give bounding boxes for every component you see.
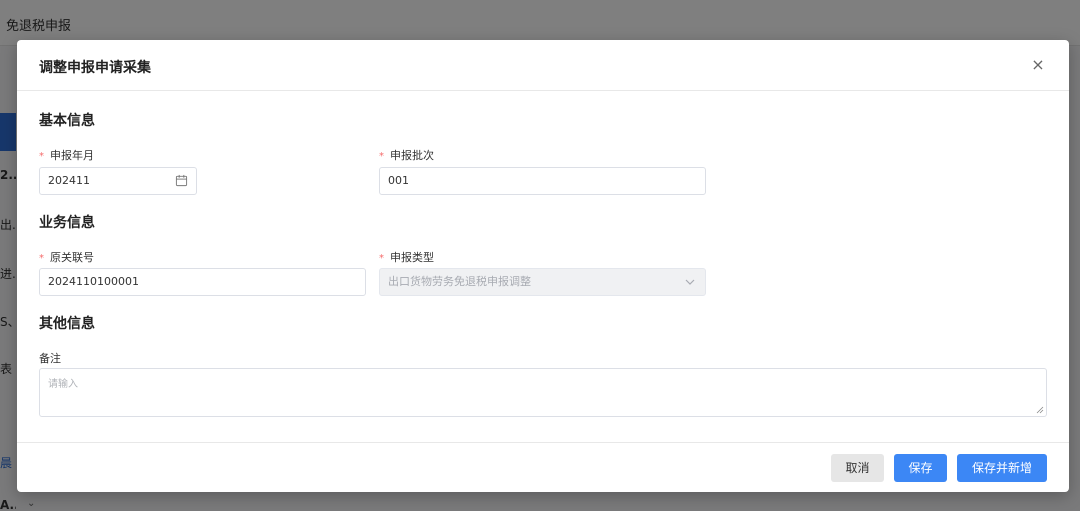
- report-batch-label: * 申报批次: [379, 147, 434, 163]
- report-batch-label-text: 申报批次: [390, 149, 434, 162]
- original-customs-no-label: * 原关联号: [39, 249, 94, 265]
- modal-header: 调整申报申请采集 ×: [17, 40, 1069, 91]
- close-icon[interactable]: ×: [1029, 56, 1047, 74]
- report-month-value: 202411: [48, 174, 90, 187]
- report-type-value: 出口货物劳务免退税申报调整: [388, 275, 531, 288]
- required-mark: *: [39, 253, 44, 264]
- report-month-label: * 申报年月: [39, 147, 94, 163]
- report-batch-value: 001: [388, 174, 409, 187]
- modal-footer: 取消 保存 保存并新增: [17, 442, 1069, 492]
- original-customs-no-label-text: 原关联号: [50, 251, 94, 264]
- save-button[interactable]: 保存: [894, 454, 947, 482]
- cancel-button[interactable]: 取消: [831, 454, 884, 482]
- remark-textarea[interactable]: 请输入: [39, 368, 1047, 417]
- remark-placeholder: 请输入: [48, 379, 78, 390]
- required-mark: *: [379, 151, 384, 162]
- required-mark: *: [379, 253, 384, 264]
- original-customs-no-value: 2024110100001: [48, 275, 139, 288]
- report-type-select: 出口货物劳务免退税申报调整: [379, 268, 706, 296]
- required-mark: *: [39, 151, 44, 162]
- adjust-report-dialog: 调整申报申请采集 × 基本信息 * 申报年月 202411 * 申报批次 001 业…: [17, 40, 1069, 492]
- original-customs-no-input[interactable]: 2024110100001: [39, 268, 366, 296]
- section-title-business: 业务信息: [39, 215, 95, 231]
- section-title-other: 其他信息: [39, 316, 95, 332]
- report-batch-input[interactable]: 001: [379, 167, 706, 195]
- resize-handle-icon[interactable]: [1036, 406, 1044, 414]
- report-type-label: * 申报类型: [379, 249, 434, 265]
- save-and-new-button[interactable]: 保存并新增: [957, 454, 1047, 482]
- calendar-icon: [175, 174, 188, 187]
- report-type-label-text: 申报类型: [390, 251, 434, 264]
- report-month-picker[interactable]: 202411: [39, 167, 197, 195]
- section-title-basic: 基本信息: [39, 113, 95, 129]
- report-month-label-text: 申报年月: [50, 149, 94, 162]
- modal-title: 调整申报申请采集: [39, 60, 151, 76]
- remark-label: 备注: [39, 352, 61, 365]
- chevron-down-icon: [685, 279, 695, 285]
